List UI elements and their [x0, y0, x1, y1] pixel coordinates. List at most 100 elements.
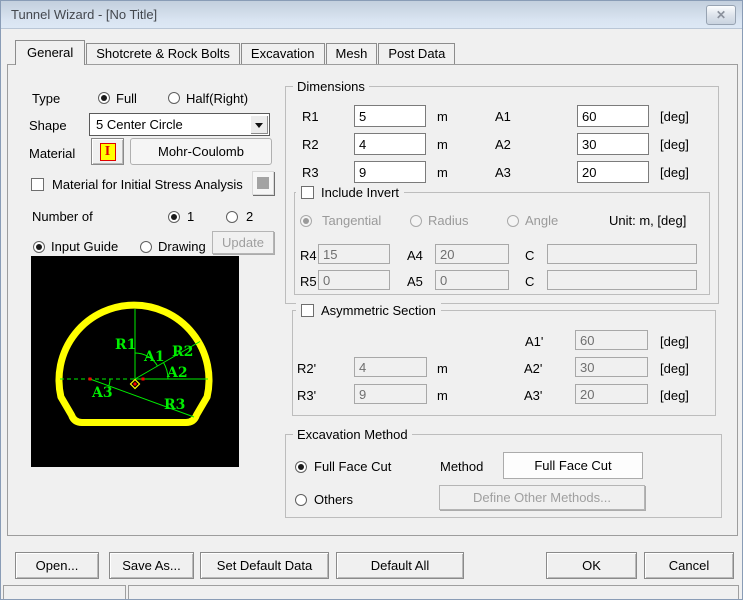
method-label: Method: [440, 459, 483, 474]
r3p-label: R3': [297, 388, 316, 403]
define-other-methods-button[interactable]: Define Other Methods...: [439, 485, 645, 510]
number-two-radio[interactable]: [226, 211, 238, 223]
type-full-radio[interactable]: [98, 92, 110, 104]
excavation-method-title: Excavation Method: [293, 427, 412, 442]
a3p-label: A3': [524, 388, 542, 403]
radius-radio[interactable]: [410, 215, 422, 227]
asymmetric-section-label: Asymmetric Section: [321, 303, 436, 318]
tab-mesh[interactable]: Mesh: [326, 43, 378, 64]
r3p-input[interactable]: [354, 384, 427, 404]
a4-input[interactable]: [435, 244, 509, 264]
gray-square-icon: [257, 177, 269, 189]
a1-input[interactable]: [577, 105, 649, 127]
close-button[interactable]: ✕: [706, 5, 736, 25]
a1p-label: A1': [525, 334, 543, 349]
c2-label: C: [525, 274, 534, 289]
c2-input[interactable]: [547, 270, 697, 290]
save-as-button-label: Save As...: [122, 558, 181, 573]
a2-input[interactable]: [577, 133, 649, 155]
update-button-label: Update: [222, 235, 264, 250]
number-one-label: 1: [187, 209, 194, 224]
tangential-radio[interactable]: [300, 215, 312, 227]
default-all-button[interactable]: Default All: [336, 552, 464, 579]
number-one-radio[interactable]: [168, 211, 180, 223]
tunnel-outline: [59, 305, 209, 422]
ok-button-label: OK: [582, 558, 601, 573]
chevron-down-icon: [255, 123, 263, 128]
tab-general[interactable]: General: [15, 40, 85, 65]
tab-shotcrete-rock-bolts[interactable]: Shotcrete & Rock Bolts: [86, 43, 240, 64]
r3-label: R3: [302, 165, 319, 180]
window-title: Tunnel Wizard - [No Title]: [11, 7, 157, 22]
a1p-input[interactable]: [575, 330, 648, 350]
initial-stress-checkbox[interactable]: [31, 178, 44, 191]
input-guide-radio[interactable]: [33, 241, 45, 253]
tangential-label: Tangential: [322, 213, 381, 228]
open-button[interactable]: Open...: [15, 552, 99, 579]
a2p-input[interactable]: [575, 357, 648, 377]
full-face-cut-label: Full Face Cut: [314, 459, 391, 474]
a2-unit: [deg]: [660, 137, 689, 152]
save-as-button[interactable]: Save As...: [109, 552, 194, 579]
angle-label: Angle: [525, 213, 558, 228]
r3-input[interactable]: [354, 161, 426, 183]
combo-dropdown-button[interactable]: [250, 115, 268, 134]
r2p-input[interactable]: [354, 357, 427, 377]
r1-unit: m: [437, 109, 448, 124]
canvas-label-a3: A3: [91, 385, 113, 401]
shape-label: Shape: [29, 118, 67, 133]
initial-stress-label: Material for Initial Stress Analysis: [52, 177, 243, 192]
full-face-cut-radio[interactable]: [295, 461, 307, 473]
tab-post-data[interactable]: Post Data: [378, 43, 455, 64]
shape-value: 5 Center Circle: [96, 117, 183, 132]
include-invert-label: Include Invert: [321, 185, 399, 200]
a5-input[interactable]: [435, 270, 509, 290]
method-value: Full Face Cut: [534, 458, 611, 473]
canvas-label-a1: A1: [143, 349, 165, 365]
shape-combobox[interactable]: 5 Center Circle: [89, 113, 270, 136]
r4-input[interactable]: [318, 244, 390, 264]
r5-input[interactable]: [318, 270, 390, 290]
title-bar: Tunnel Wizard - [No Title] ✕: [1, 1, 742, 29]
tab-excavation[interactable]: Excavation: [241, 43, 325, 64]
angle-radio[interactable]: [507, 215, 519, 227]
r2-label: R2: [302, 137, 319, 152]
cancel-button[interactable]: Cancel: [644, 552, 734, 579]
ok-button[interactable]: OK: [546, 552, 637, 579]
asymmetric-section-checkbox[interactable]: [301, 304, 314, 317]
tab-strip: General Shotcrete & Rock Bolts Excavatio…: [15, 40, 456, 64]
others-radio[interactable]: [295, 494, 307, 506]
asymmetric-section-title: Asymmetric Section: [296, 302, 441, 318]
a3p-input[interactable]: [575, 384, 648, 404]
type-half-radio[interactable]: [168, 92, 180, 104]
include-invert-checkbox[interactable]: [301, 186, 314, 199]
a1-unit: [deg]: [660, 109, 689, 124]
update-button[interactable]: Update: [212, 231, 274, 254]
center-point-marker: [133, 382, 136, 385]
c1-label: C: [525, 248, 534, 263]
type-label: Type: [32, 91, 60, 106]
default-all-label: Default All: [371, 558, 430, 573]
drawing-radio[interactable]: [140, 241, 152, 253]
tunnel-preview-canvas: R1 A1 R2 A2 A3 R3: [31, 256, 239, 467]
r5-label: R5: [300, 274, 317, 289]
r3p-unit: m: [437, 388, 448, 403]
a1p-unit: [deg]: [660, 334, 689, 349]
a3-input[interactable]: [577, 161, 649, 183]
method-value-box: Full Face Cut: [503, 452, 643, 479]
r1-label: R1: [302, 109, 319, 124]
open-button-label: Open...: [36, 558, 79, 573]
material-button[interactable]: I: [91, 138, 124, 165]
material-label: Material: [29, 146, 75, 161]
r2p-unit: m: [437, 361, 448, 376]
dimensions-group-title: Dimensions: [293, 79, 369, 94]
left-point-marker: [89, 378, 92, 381]
r2-unit: m: [437, 137, 448, 152]
c1-input[interactable]: [547, 244, 697, 264]
r1-input[interactable]: [354, 105, 426, 127]
general-tab-page: Type Full Half(Right) Shape 5 Center Cir…: [7, 64, 738, 536]
r2-input[interactable]: [354, 133, 426, 155]
set-default-data-button[interactable]: Set Default Data: [200, 552, 329, 579]
initial-stress-material-button[interactable]: [252, 171, 274, 195]
r2p-label: R2': [297, 361, 316, 376]
